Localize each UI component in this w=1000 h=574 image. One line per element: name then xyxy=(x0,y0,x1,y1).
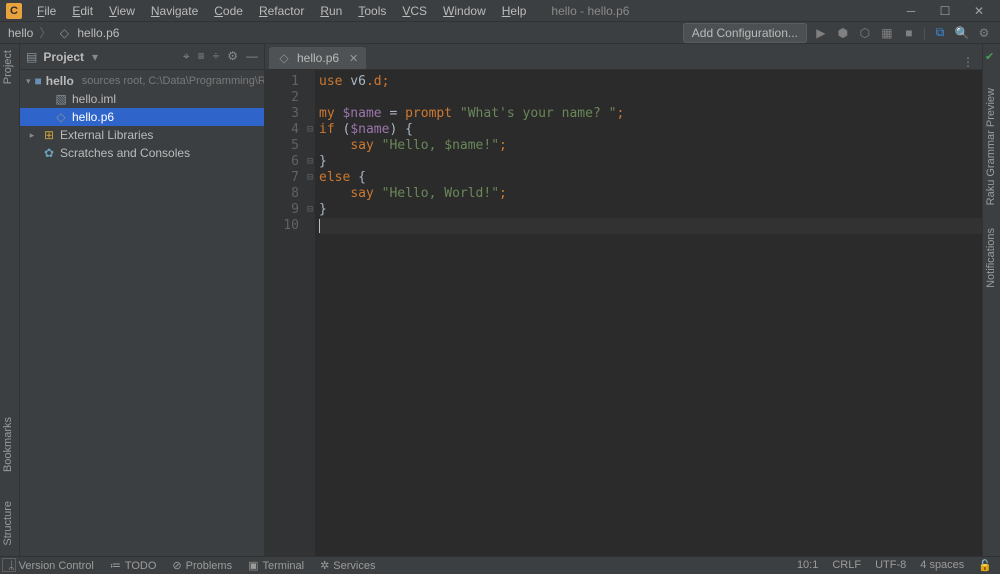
code-content[interactable]: use v6.d;my $name = prompt "What's your … xyxy=(315,70,982,556)
tree-external-libs[interactable]: ▸ ⊞ External Libraries xyxy=(20,126,264,144)
file-icon: ▧ xyxy=(54,92,68,106)
warning-icon: ⊘ xyxy=(172,559,181,572)
menu-code[interactable]: Code xyxy=(207,2,250,20)
menu-file[interactable]: File xyxy=(30,2,63,20)
editor-tab-options-icon[interactable]: ⋮ xyxy=(962,55,982,69)
project-view-icon: ▤ xyxy=(26,50,37,64)
coverage-icon[interactable]: ⬡ xyxy=(857,25,873,41)
tab-grammar-preview[interactable]: Raku Grammar Preview xyxy=(983,84,999,209)
menu-run[interactable]: Run xyxy=(313,2,349,20)
menu-navigate[interactable]: Navigate xyxy=(144,2,205,20)
raku-file-icon: ◇ xyxy=(54,110,68,124)
menu-window[interactable]: Window xyxy=(436,2,493,20)
tree-item-iml[interactable]: ▧ hello.iml xyxy=(20,90,264,108)
sidebar-title[interactable]: Project xyxy=(43,50,84,64)
collapse-all-icon[interactable]: ÷ xyxy=(213,49,220,64)
debug-icon[interactable]: ⬢ xyxy=(835,25,851,41)
status-encoding[interactable]: UTF-8 xyxy=(875,559,906,572)
tool-window-quick-access-icon[interactable] xyxy=(2,558,16,572)
stop-icon[interactable]: ■ xyxy=(901,25,917,41)
tab-todo[interactable]: ≔TODO xyxy=(110,559,157,572)
folder-icon: ■ xyxy=(35,74,42,88)
todo-icon: ≔ xyxy=(110,559,121,572)
select-opened-icon[interactable]: ⌖ xyxy=(183,49,190,64)
close-button[interactable]: ✕ xyxy=(964,2,994,20)
close-tab-icon[interactable]: ✕ xyxy=(349,52,358,65)
title-bar: C File Edit View Navigate Code Refactor … xyxy=(0,0,1000,22)
updates-icon[interactable]: ⧉ xyxy=(932,25,948,41)
tab-terminal[interactable]: ▣Terminal xyxy=(248,559,304,572)
tab-version-control[interactable]: ᛦVersion Control xyxy=(8,560,94,572)
menu-view[interactable]: View xyxy=(102,2,142,20)
tab-project[interactable]: Project xyxy=(0,46,16,88)
sidebar-header: ▤ Project ▾ ⌖ ≡ ÷ ⚙ — xyxy=(20,44,264,70)
search-everywhere-icon[interactable]: 🔍 xyxy=(954,25,970,41)
tab-structure[interactable]: Structure xyxy=(0,497,16,550)
raku-file-icon: ◇ xyxy=(57,26,71,40)
window-title: hello - hello.p6 xyxy=(551,4,896,18)
inspection-ok-icon[interactable]: ✔ xyxy=(985,50,994,63)
tab-problems[interactable]: ⊘Problems xyxy=(172,559,232,572)
minimize-button[interactable]: ─ xyxy=(896,2,926,20)
tree-item-label: External Libraries xyxy=(60,128,153,142)
menu-edit[interactable]: Edit xyxy=(65,2,100,20)
status-cursor-position[interactable]: 10:1 xyxy=(797,559,818,572)
services-icon: ✲ xyxy=(320,559,329,572)
gear-icon[interactable]: ⚙ xyxy=(227,49,238,64)
main-menu: File Edit View Navigate Code Refactor Ru… xyxy=(30,2,533,20)
tree-item-label: Scratches and Consoles xyxy=(60,146,190,160)
tab-services[interactable]: ✲Services xyxy=(320,559,375,572)
menu-tools[interactable]: Tools xyxy=(351,2,393,20)
tab-bookmarks[interactable]: Bookmarks xyxy=(0,413,16,476)
navigation-bar: hello 〉 ◇ hello.p6 Add Configuration... … xyxy=(0,22,1000,44)
chevron-down-icon[interactable]: ▾ xyxy=(26,76,31,87)
status-line-separator[interactable]: CRLF xyxy=(832,559,861,572)
left-tool-strip: Project Bookmarks Structure xyxy=(0,44,20,556)
run-icon[interactable]: ▶ xyxy=(813,25,829,41)
readonly-lock-icon[interactable]: 🔓 xyxy=(978,559,992,572)
editor-tab-hello-p6[interactable]: ◇ hello.p6 ✕ xyxy=(269,47,366,69)
scratches-icon: ✿ xyxy=(42,146,56,160)
tab-notifications[interactable]: Notifications xyxy=(983,224,999,292)
editor-tab-label: hello.p6 xyxy=(297,51,339,65)
breadcrumb-file[interactable]: hello.p6 xyxy=(77,26,119,40)
editor-area: ◇ hello.p6 ✕ ⋮ 12345678910 ⊟⊟⊟⊟ use v6.d… xyxy=(265,44,982,556)
project-sidebar: ▤ Project ▾ ⌖ ≡ ÷ ⚙ — ▾ ■ hello sources … xyxy=(20,44,265,556)
code-editor[interactable]: 12345678910 ⊟⊟⊟⊟ use v6.d;my $name = pro… xyxy=(265,70,982,556)
tree-root-hint: sources root, C:\Data\Programming\Raku\h… xyxy=(82,75,264,87)
hide-icon[interactable]: — xyxy=(246,49,258,64)
right-tool-strip: ✔ Raku Grammar Preview Notifications xyxy=(982,44,1000,556)
menu-vcs[interactable]: VCS xyxy=(395,2,434,20)
line-number-gutter[interactable]: 12345678910 xyxy=(265,70,305,556)
status-indent[interactable]: 4 spaces xyxy=(920,559,964,572)
tree-scratches[interactable]: ✿ Scratches and Consoles xyxy=(20,144,264,162)
tree-root-label: hello xyxy=(46,74,74,88)
settings-icon[interactable]: ⚙ xyxy=(976,25,992,41)
terminal-icon: ▣ xyxy=(248,559,258,572)
chevron-right-icon: 〉 xyxy=(39,24,51,41)
menu-help[interactable]: Help xyxy=(495,2,534,20)
breadcrumb-root[interactable]: hello xyxy=(8,26,33,40)
tree-item-label: hello.iml xyxy=(72,92,116,106)
project-tree[interactable]: ▾ ■ hello sources root, C:\Data\Programm… xyxy=(20,70,264,164)
profile-icon[interactable]: ▦ xyxy=(879,25,895,41)
menu-refactor[interactable]: Refactor xyxy=(252,2,311,20)
tree-item-label: hello.p6 xyxy=(72,110,114,124)
add-configuration-button[interactable]: Add Configuration... xyxy=(683,23,807,43)
fold-gutter[interactable]: ⊟⊟⊟⊟ xyxy=(305,70,315,556)
app-logo-icon: C xyxy=(6,3,22,19)
chevron-down-icon[interactable]: ▾ xyxy=(92,50,98,64)
tree-item-hello-p6[interactable]: ◇ hello.p6 xyxy=(20,108,264,126)
expand-all-icon[interactable]: ≡ xyxy=(198,49,205,64)
editor-tab-bar: ◇ hello.p6 ✕ ⋮ xyxy=(265,44,982,70)
bottom-tool-bar: ᛦVersion Control ≔TODO ⊘Problems ▣Termin… xyxy=(0,556,1000,574)
tree-root[interactable]: ▾ ■ hello sources root, C:\Data\Programm… xyxy=(20,72,264,90)
chevron-right-icon[interactable]: ▸ xyxy=(26,130,38,141)
maximize-button[interactable]: ☐ xyxy=(930,2,960,20)
raku-file-icon: ◇ xyxy=(277,51,291,65)
library-icon: ⊞ xyxy=(42,128,56,142)
